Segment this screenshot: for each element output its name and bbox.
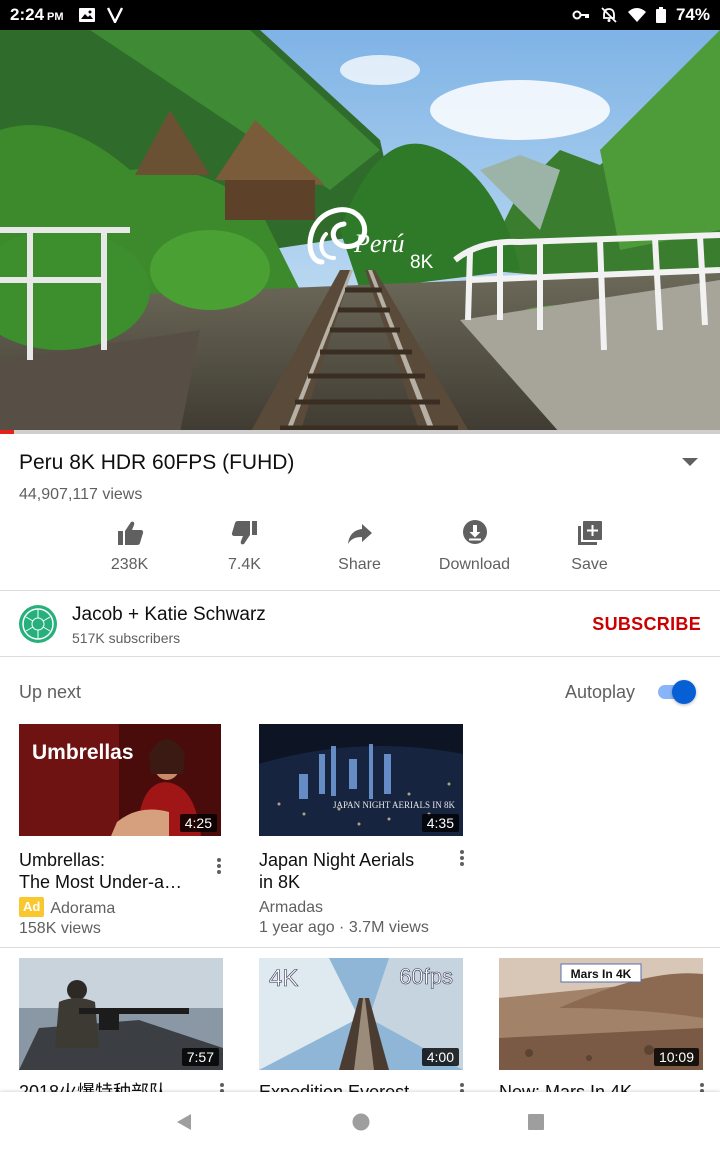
channel-avatar[interactable]: [19, 605, 57, 643]
video-thumbnail: Mars In 4K 10:09: [499, 958, 703, 1070]
share-icon: [347, 524, 372, 544]
action-bar: 238K 7.4K Share Download Save: [72, 518, 648, 580]
video-card[interactable]: 4K 60fps 4:00 Expedition Everest: [259, 958, 481, 1102]
share-button[interactable]: Share: [302, 518, 417, 580]
svg-text:JAPAN NIGHT AERIALS IN 8K: JAPAN NIGHT AERIALS IN 8K: [333, 800, 456, 810]
system-navigation-bar: [0, 1092, 720, 1152]
video-duration: 4:35: [421, 814, 459, 832]
video-card[interactable]: JAPAN NIGHT AERIALS IN 8K 4:35 Japan Nig…: [259, 724, 481, 940]
progress-bar-fill: [0, 430, 15, 434]
video-meta: 158K views: [19, 920, 101, 937]
wifi-icon: [627, 8, 646, 22]
autoplay-toggle-knob: [672, 680, 696, 704]
video-frame: Perú 8K: [0, 30, 720, 433]
svg-text:Mars In 4K: Mars In 4K: [571, 967, 632, 981]
autoplay-toggle[interactable]: [656, 680, 698, 704]
video-title: Japan Night Aerials in 8K: [259, 850, 415, 892]
video-player[interactable]: Perú 8K: [0, 30, 720, 433]
like-button[interactable]: 238K: [72, 518, 187, 580]
channel-logo-icon: [22, 608, 54, 640]
divider: [0, 947, 720, 948]
save-button[interactable]: Save: [532, 518, 647, 580]
download-icon: [462, 520, 487, 544]
thumbs-up-icon: [117, 521, 143, 545]
home-icon[interactable]: [351, 1112, 371, 1132]
gallery-notification-icon: [78, 8, 95, 22]
video-duration: 7:57: [181, 1048, 219, 1066]
video-channel: Ad Adorama: [19, 897, 115, 919]
svg-text:Umbrellas: Umbrellas: [32, 741, 134, 764]
divider: [0, 656, 720, 657]
ad-badge: Ad: [19, 897, 45, 917]
view-count: 44,907,117 views: [19, 486, 143, 503]
battery-level: 74%: [675, 5, 710, 24]
video-thumbnail: Umbrellas 4:25: [19, 724, 221, 836]
expand-description-icon[interactable]: [680, 455, 700, 469]
vpn-key-icon: [572, 10, 589, 20]
video-channel: Armadas: [259, 899, 324, 916]
clock: 2:24 PM: [10, 5, 64, 24]
mute-notifications-icon: [601, 7, 617, 23]
video-card[interactable]: Umbrellas 4:25 Umbrellas: The Most Under…: [19, 724, 241, 940]
share-label: Share: [338, 556, 381, 573]
more-options-icon[interactable]: [459, 849, 465, 867]
video-title: Peru 8K HDR 60FPS (FUHD): [19, 451, 295, 474]
svg-text:4K: 4K: [269, 965, 298, 992]
add-to-playlist-icon: [577, 521, 602, 545]
thumbs-down-icon: [231, 521, 257, 545]
status-bar: 2:24 PM 74%: [0, 0, 720, 30]
battery-icon: [655, 7, 666, 23]
autoplay-label: Autoplay: [565, 682, 636, 702]
subscribe-button[interactable]: SUBSCRIBE: [592, 614, 701, 635]
video-thumbnail: 7:57: [19, 958, 223, 1070]
up-next-heading: Up next: [19, 682, 82, 702]
divider: [0, 590, 720, 591]
video-duration: 10:09: [653, 1048, 699, 1066]
video-duration: 4:25: [179, 814, 217, 832]
video-thumbnail: JAPAN NIGHT AERIALS IN 8K 4:35: [259, 724, 463, 836]
more-options-icon[interactable]: [216, 857, 222, 875]
dislike-button[interactable]: 7.4K: [187, 518, 302, 580]
channel-name[interactable]: Jacob + Katie Schwarz: [72, 604, 266, 626]
svg-text:Perú: Perú: [353, 229, 405, 258]
video-card[interactable]: 7:57 2018火爆特种部队: [19, 958, 241, 1102]
progress-bar[interactable]: [0, 430, 720, 434]
video-meta: 1 year ago · 3.7M views: [259, 919, 429, 936]
video-card[interactable]: Mars In 4K 10:09 New: Mars In 4K: [499, 958, 720, 1102]
video-thumbnail: 4K 60fps 4:00: [259, 958, 463, 1070]
video-duration: 4:00: [421, 1048, 459, 1066]
recents-icon[interactable]: [526, 1112, 546, 1132]
svg-text:8K: 8K: [410, 252, 434, 273]
video-title: Umbrellas: The Most Under-a…: [19, 850, 183, 892]
download-label: Download: [438, 556, 511, 573]
save-label: Save: [571, 556, 608, 573]
back-icon[interactable]: [174, 1112, 194, 1132]
download-button[interactable]: Download: [417, 518, 532, 580]
svg-text:60fps: 60fps: [399, 964, 453, 989]
subscriber-count: 517K subscribers: [72, 630, 181, 646]
like-count: 238K: [110, 556, 149, 573]
dislike-count: 7.4K: [228, 556, 261, 573]
v-notification-icon: [106, 7, 123, 23]
